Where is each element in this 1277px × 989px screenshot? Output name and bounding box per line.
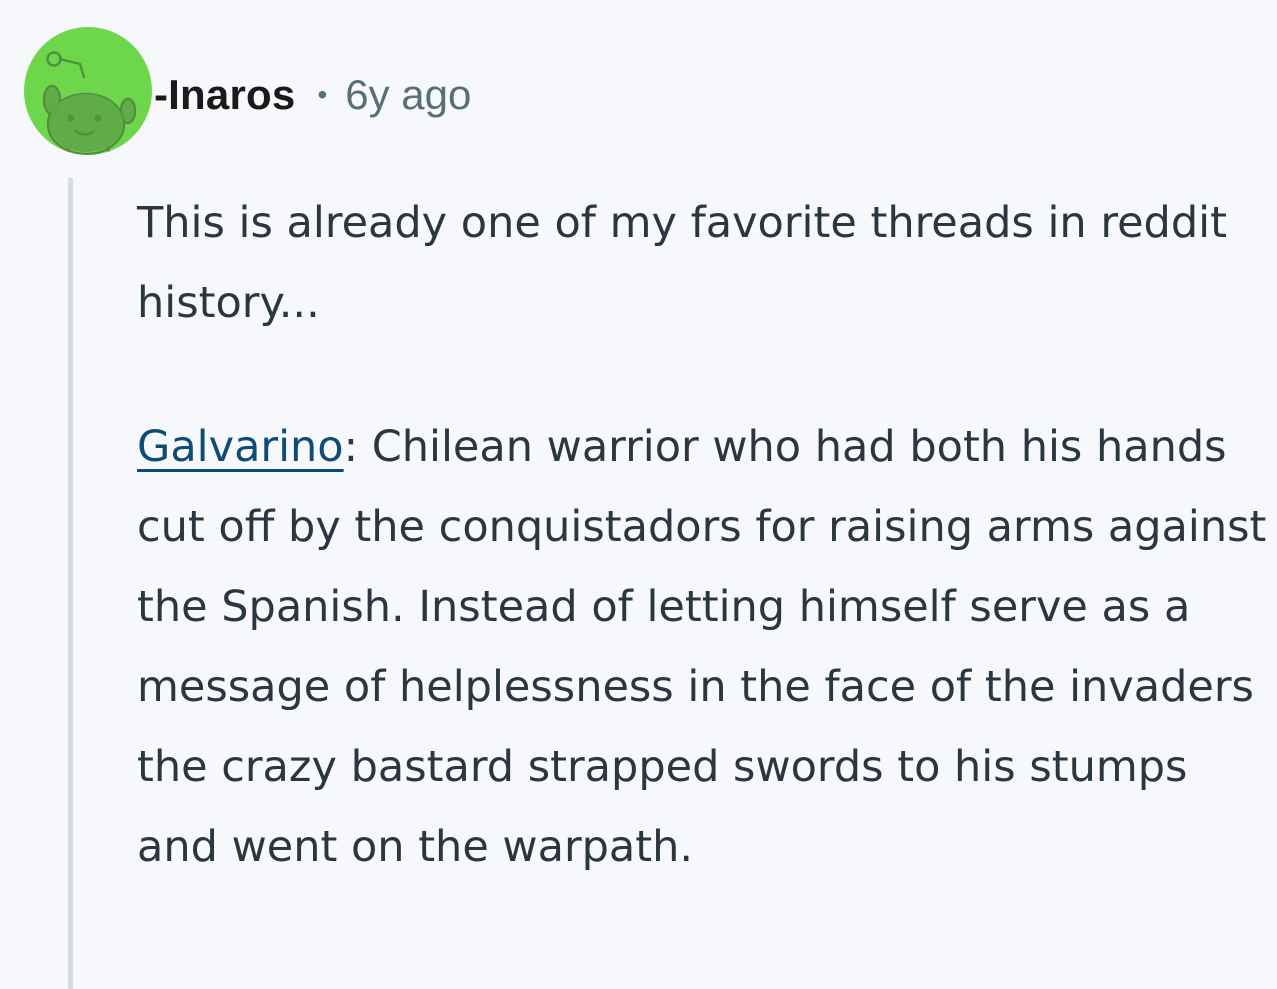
meta-separator: •	[317, 79, 328, 110]
comment: -Inaros • 6y ago This is already one of …	[0, 0, 1277, 989]
thread-line[interactable]	[68, 178, 73, 989]
comment-meta: -Inaros • 6y ago	[154, 65, 471, 125]
username[interactable]: -Inaros	[154, 65, 295, 125]
comment-paragraph-1: This is already one of my favorite threa…	[137, 198, 1227, 328]
snoo-avatar-icon	[42, 51, 137, 155]
avatar[interactable]	[24, 27, 152, 155]
timestamp[interactable]: 6y ago	[345, 65, 471, 125]
comment-paragraph-2: Galvarino: Chilean warrior who had both …	[137, 407, 1272, 887]
comment-paragraph-2-text: : Chilean warrior who had both his hands…	[137, 422, 1267, 872]
comment-body: This is already one of my favorite threa…	[137, 183, 1272, 887]
galvarino-link[interactable]: Galvarino	[137, 422, 344, 472]
